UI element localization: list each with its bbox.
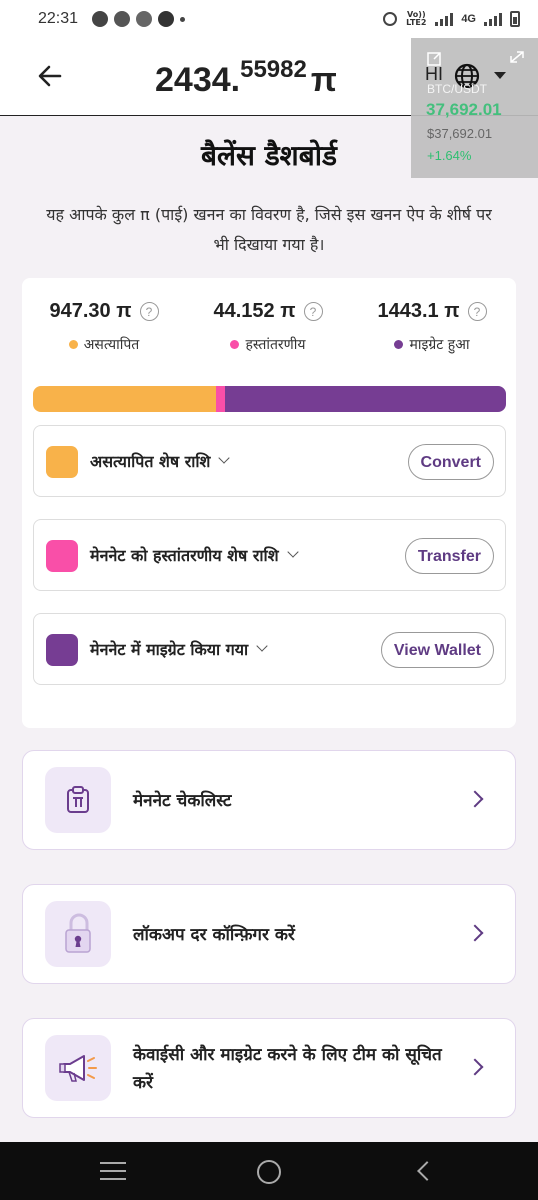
- ticker-price-large: 37,692.01: [426, 100, 502, 119]
- help-icon[interactable]: ?: [303, 302, 323, 321]
- row-label: मेननेट को हस्तांतरणीय शेष राशि: [90, 546, 279, 565]
- signal-2-icon: [484, 12, 502, 26]
- telegram-icon: [136, 11, 153, 27]
- bar-segment-2: [225, 386, 506, 412]
- volte-icon: Vo)) LTE2: [406, 10, 427, 27]
- chevron-right-icon[interactable]: [466, 790, 484, 808]
- row-label: असत्यापित शेष राशि: [90, 452, 211, 471]
- alarm-icon: [383, 12, 398, 26]
- whatsapp-icon: [114, 11, 131, 27]
- bar-segment-1: [216, 386, 226, 412]
- stat-value: 947.30 π: [49, 300, 132, 322]
- status-bar: 22:31 Vo)) LTE2 4G: [0, 0, 538, 38]
- bar-segment-0: [33, 386, 217, 412]
- recent-apps-icon[interactable]: [100, 1162, 126, 1180]
- page-intro: यह आपके कुल π (पाई) खनन का विवरण है, जिस…: [46, 205, 492, 254]
- ticker-pair: BTC/USDT: [427, 82, 487, 96]
- link-label: केवाईसी और माइग्रेट करने के लिए टीम को स…: [133, 1045, 442, 1093]
- nav-back-icon[interactable]: [417, 1161, 437, 1181]
- expand-icon[interactable]: [510, 51, 524, 63]
- chevron-down-icon[interactable]: [218, 452, 231, 464]
- balance-integer: 2434.: [155, 61, 241, 99]
- balance-card: 947.30 π? असत्यापित 44.152 π? हस्तांतरणी…: [22, 278, 516, 728]
- home-icon[interactable]: [257, 1160, 281, 1184]
- stat-value: 44.152 π: [213, 300, 296, 322]
- link-label: मेननेट चेकलिस्ट: [133, 791, 232, 811]
- notify-team-card[interactable]: केवाईसी और माइग्रेट करने के लिए टीम को स…: [22, 1018, 516, 1118]
- stat-value: 1443.1 π: [377, 300, 460, 322]
- balance-decimal: 55982: [240, 56, 307, 83]
- stat-transferable: 44.152 π? हस्तांतरणीय: [186, 300, 350, 354]
- transfer-button[interactable]: Transfer: [404, 538, 494, 574]
- color-swatch: [46, 634, 78, 666]
- stat-unverified: 947.30 π? असत्यापित: [22, 300, 186, 354]
- balance-unit: π: [310, 61, 337, 99]
- signal-1-icon: [435, 12, 454, 26]
- lockup-config-card[interactable]: लॉकअप दर कॉन्फ़िगर करें: [22, 884, 516, 984]
- row-migrated-balance[interactable]: मेननेट में माइग्रेट किया गया View Wallet: [33, 613, 506, 685]
- row-transferable-balance[interactable]: मेननेट को हस्तांतरणीय शेष राशि Transfer: [33, 519, 506, 591]
- page-title: बैलेंस डैशबोर्ड: [201, 139, 337, 172]
- more-notifications-dot-icon: [180, 16, 186, 22]
- compass-icon: [158, 11, 175, 27]
- back-arrow-icon[interactable]: [34, 60, 66, 92]
- stat-label: हस्तांतरणीय: [245, 337, 306, 353]
- color-swatch: [46, 446, 78, 478]
- stat-migrated: 1443.1 π? माइग्रेट हुआ: [350, 300, 514, 354]
- stat-label: माइग्रेट हुआ: [409, 337, 470, 353]
- clipboard-pi-icon: [45, 767, 111, 833]
- legend-dot: [68, 340, 78, 349]
- color-swatch: [46, 540, 78, 572]
- row-label: मेननेट में माइग्रेट किया गया: [90, 640, 249, 659]
- view-wallet-button[interactable]: View Wallet: [380, 632, 494, 668]
- help-icon[interactable]: ?: [467, 302, 487, 321]
- chevron-down-icon[interactable]: [286, 546, 299, 558]
- mainnet-checklist-card[interactable]: मेननेट चेकलिस्ट: [22, 750, 516, 850]
- battery-icon: [510, 11, 520, 27]
- balance-stats: 947.30 π? असत्यापित 44.152 π? हस्तांतरणी…: [22, 300, 516, 354]
- padlock-icon: [45, 901, 111, 967]
- system-nav-bar: [0, 1142, 538, 1200]
- row-unverified-balance[interactable]: असत्यापित शेष राशि Convert: [33, 425, 506, 497]
- balance-distribution-bar: [33, 386, 506, 412]
- help-icon[interactable]: ?: [139, 302, 159, 321]
- chevron-right-icon[interactable]: [466, 924, 484, 942]
- stat-label: असत्यापित: [83, 337, 140, 353]
- network-type: 4G: [461, 13, 476, 25]
- legend-dot: [394, 340, 404, 349]
- pause-notification-icon: [92, 11, 109, 27]
- chevron-right-icon[interactable]: [466, 1058, 484, 1076]
- link-label: लॉकअप दर कॉन्फ़िगर करें: [133, 925, 295, 945]
- convert-button[interactable]: Convert: [407, 444, 494, 480]
- language-dropdown-caret-icon[interactable]: [494, 72, 506, 79]
- status-time: 22:31: [38, 10, 79, 27]
- megaphone-icon: [45, 1035, 111, 1101]
- legend-dot: [230, 340, 240, 349]
- total-balance: 2434.55982 π: [155, 56, 337, 100]
- chevron-down-icon[interactable]: [256, 640, 268, 652]
